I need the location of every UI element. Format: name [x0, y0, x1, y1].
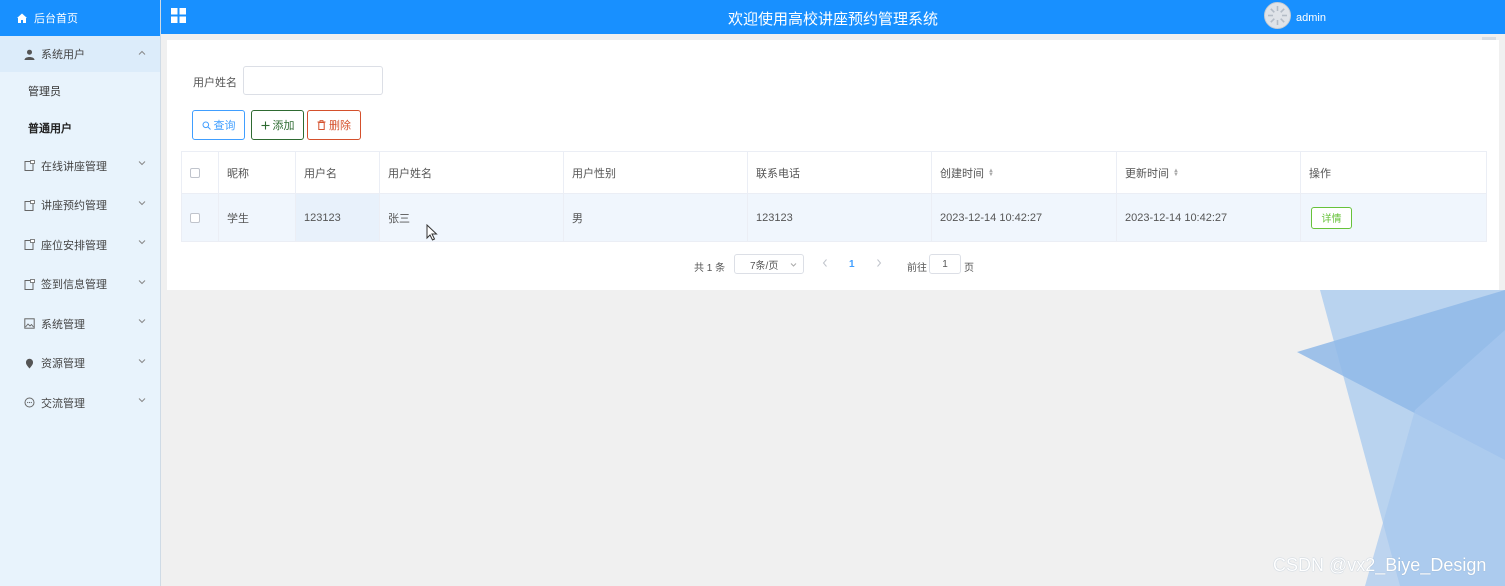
prev-page-icon[interactable]: [821, 258, 829, 268]
detail-button[interactable]: 详情: [1311, 206, 1352, 229]
top-bar: 欢迎使用高校讲座预约管理系统 admin: [161, 0, 1505, 34]
page-number-current[interactable]: 1: [849, 259, 855, 270]
page-size-value: 7条/页: [750, 260, 779, 272]
chevron-down-icon: [790, 261, 797, 268]
column-header-label: 创建时间: [940, 167, 984, 180]
sidebar-group-resource[interactable]: 资源管理: [0, 344, 160, 384]
sidebar-group-system-manage[interactable]: 系统管理: [0, 304, 160, 344]
sidebar-group-label: 在线讲座管理: [41, 160, 107, 173]
sidebar-group-label: 交流管理: [41, 397, 85, 410]
column-header-sortable[interactable]: 更新时间 ▲ ▼: [1117, 152, 1301, 193]
background-decoration: [1297, 290, 1505, 586]
page-size-select[interactable]: 7条/页: [734, 254, 804, 274]
content-panel: 用户姓名 查询 添加 删除 昵称 用户名 用户姓名 用户性别 联系电话 创建时间…: [167, 40, 1499, 290]
cell-actions: 详情: [1301, 194, 1486, 241]
search-button[interactable]: 查询: [192, 110, 245, 140]
mouse-cursor-icon: [426, 224, 438, 241]
cell-updated: 2023-12-14 10:42:27: [1117, 194, 1301, 241]
username[interactable]: admin: [1296, 12, 1326, 24]
sidebar-group-label: 讲座预约管理: [41, 200, 107, 213]
sidebar-group-reservation[interactable]: 讲座预约管理: [0, 186, 160, 226]
clipboard-icon: [24, 199, 35, 211]
sidebar-group-label: 系统管理: [41, 318, 85, 331]
sidebar-item-label: 普通用户: [28, 122, 72, 135]
sidebar-item-label: 管理员: [28, 85, 61, 98]
column-header: 用户姓名: [380, 152, 564, 193]
user-icon: [24, 49, 35, 60]
sidebar-group-label: 资源管理: [41, 358, 85, 371]
filter-label: 用户姓名: [193, 77, 237, 89]
avatar[interactable]: [1264, 2, 1291, 29]
cell-username: 123123: [296, 194, 380, 241]
sidebar-group-label: 座位安排管理: [41, 239, 107, 252]
scrollbar[interactable]: [1482, 37, 1496, 40]
page-suffix: 页: [964, 263, 974, 274]
clipboard-icon: [24, 160, 35, 172]
trash-icon: [317, 120, 326, 130]
clipboard-icon: [24, 278, 35, 290]
table-row: 学生 123123 张三 男 123123 2023-12-14 10:42:2…: [182, 194, 1486, 241]
row-checkbox[interactable]: [190, 212, 200, 223]
picture-icon: [24, 318, 35, 329]
clipboard-icon: [24, 239, 35, 251]
chevron-up-icon: [138, 49, 146, 57]
column-header: 昵称: [219, 152, 296, 193]
chevron-down-icon: [138, 199, 146, 207]
sort-icon[interactable]: ▲ ▼: [988, 168, 994, 178]
pagination-total: 共 1 条: [694, 263, 726, 274]
chevron-down-icon: [138, 159, 146, 167]
sidebar-item-home[interactable]: 后台首页: [0, 0, 160, 36]
chevron-down-icon: [138, 278, 146, 286]
chevron-down-icon: [138, 238, 146, 246]
location-icon: [24, 358, 35, 369]
sidebar-group-system-users[interactable]: 系统用户: [0, 36, 160, 72]
chevron-down-icon: [138, 317, 146, 325]
column-header: 用户性别: [564, 152, 748, 193]
search-icon: [202, 121, 211, 130]
sidebar-item-label: 后台首页: [34, 13, 78, 25]
sidebar-group-communication[interactable]: 交流管理: [0, 383, 160, 423]
column-header-sortable[interactable]: 创建时间 ▲ ▼: [932, 152, 1117, 193]
select-all-checkbox[interactable]: [190, 167, 200, 178]
column-header: 操作: [1309, 167, 1331, 180]
sidebar-item-normal-users[interactable]: 普通用户: [0, 109, 160, 146]
cell-realname: 张三: [380, 194, 564, 241]
home-icon: [16, 12, 28, 24]
cell-gender: 男: [564, 194, 748, 241]
sidebar-group-seating[interactable]: 座位安排管理: [0, 225, 160, 265]
sidebar-group-lecture[interactable]: 在线讲座管理: [0, 146, 160, 186]
add-button[interactable]: 添加: [251, 110, 304, 140]
users-table: 昵称 用户名 用户姓名 用户性别 联系电话 创建时间 ▲ ▼ 更新时间 ▲ ▼ 操作…: [181, 151, 1487, 242]
table-header-row: 昵称 用户名 用户姓名 用户性别 联系电话 创建时间 ▲ ▼ 更新时间 ▲ ▼ 操作: [182, 152, 1486, 194]
row-select[interactable]: [182, 194, 219, 241]
column-header: 用户名: [296, 152, 380, 193]
sidebar: 后台首页 系统用户 管理员 普通用户 在线讲座管理 讲座预约管理 座位安排管理 …: [0, 0, 161, 586]
chevron-down-icon: [138, 357, 146, 365]
sidebar-item-admin[interactable]: 管理员: [0, 72, 160, 109]
cell-phone: 123123: [748, 194, 932, 241]
goto-page-input[interactable]: 1: [929, 254, 961, 274]
delete-button-label: 删除: [329, 120, 351, 132]
cell-created: 2023-12-14 10:42:27: [932, 194, 1117, 241]
header-select-all[interactable]: [182, 152, 219, 193]
goto-label: 前往: [907, 263, 927, 274]
sidebar-group-label: 签到信息管理: [41, 279, 107, 292]
realname-search-input[interactable]: [243, 66, 383, 95]
watermark: CSDN @vx2_Biye_Design: [1273, 555, 1487, 575]
column-header: 联系电话: [748, 152, 932, 193]
next-page-icon[interactable]: [875, 258, 883, 268]
search-button-label: 查询: [213, 120, 236, 132]
column-header-label: 更新时间: [1125, 167, 1169, 180]
plus-icon: [261, 121, 270, 130]
sort-icon[interactable]: ▲ ▼: [1173, 168, 1179, 178]
sidebar-group-checkin[interactable]: 签到信息管理: [0, 265, 160, 305]
cell-nickname: 学生: [219, 194, 296, 241]
chat-icon: [24, 397, 35, 408]
sidebar-group-label: 系统用户: [41, 49, 85, 61]
pagination: 共 1 条 7条/页 1 前往 1 页: [167, 254, 1499, 276]
delete-button[interactable]: 删除: [307, 110, 361, 140]
chevron-down-icon: [138, 396, 146, 404]
add-button-label: 添加: [272, 120, 295, 132]
